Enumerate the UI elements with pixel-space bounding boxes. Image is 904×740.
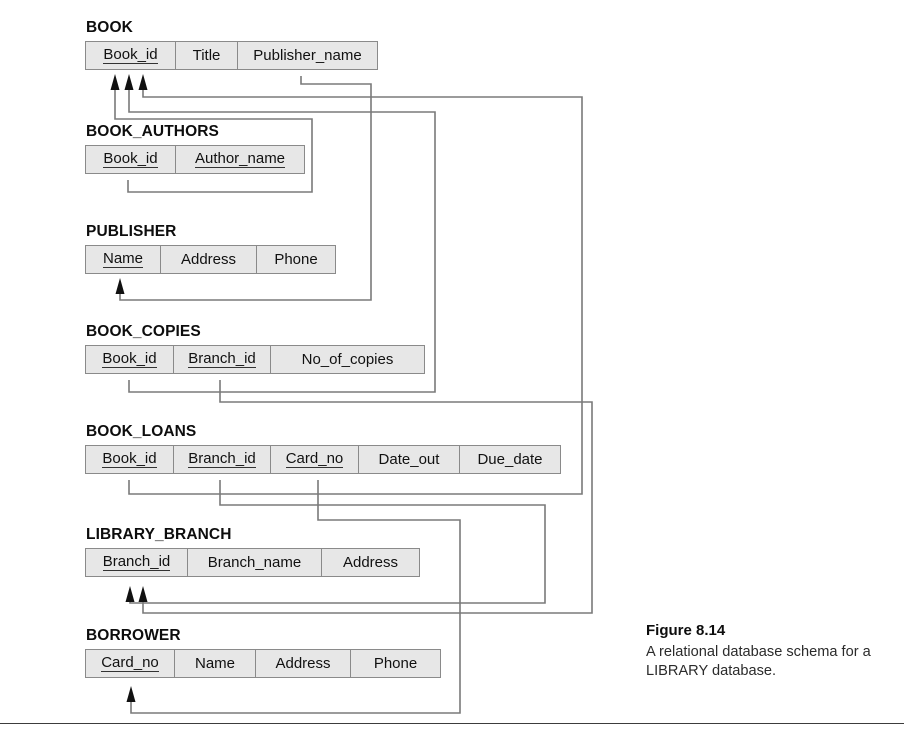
attribute-book-authors-author_name[interactable]: Author_name <box>176 146 304 173</box>
attribute-book-loans-book_id[interactable]: Book_id <box>86 445 174 473</box>
relation-publisher: PUBLISHER Name Address Phone <box>85 224 336 274</box>
attribute-book-copies-book_id[interactable]: Book_id <box>86 345 174 373</box>
arrowhead-branch-1 <box>125 586 135 602</box>
figure-description: A relational database schema for a LIBRA… <box>646 643 871 679</box>
attribute-book-authors-book_id[interactable]: Book_id <box>86 145 176 173</box>
fk-line-bookloans-borrower <box>130 480 461 714</box>
arrowhead-book-3 <box>138 74 148 90</box>
relation-book: BOOK Book_id Title Publisher_name <box>85 20 378 70</box>
fk-line-bookcopies-branch <box>142 380 593 614</box>
attribute-row-book-authors: Book_id Author_name <box>85 144 305 174</box>
relation-book-authors: BOOK_AUTHORS Book_id Author_name <box>85 124 305 174</box>
attribute-book-loans-card_no[interactable]: Card_no <box>271 445 359 473</box>
figure-caption: Figure 8.14 A relational database schema… <box>646 622 886 681</box>
attribute-library-branch-branch_name[interactable]: Branch_name <box>188 548 322 576</box>
arrowhead-book-1 <box>110 74 120 90</box>
relation-borrower: BORROWER Card_no Name Address Phone <box>85 628 441 678</box>
attribute-book-loans-branch_id[interactable]: Branch_id <box>174 445 271 473</box>
attribute-book-copies-branch_id[interactable]: Branch_id <box>174 345 271 373</box>
figure-page: BOOK Book_id Title Publisher_name BOOK_A… <box>0 0 904 740</box>
attribute-row-borrower: Card_no Name Address Phone <box>85 648 441 678</box>
attribute-book-publisher_name[interactable]: Publisher_name <box>238 42 377 69</box>
relation-name-book-authors: BOOK_AUTHORS <box>86 123 219 140</box>
attribute-book-book_id[interactable]: Book_id <box>86 41 176 69</box>
attribute-publisher-phone[interactable]: Phone <box>257 246 335 273</box>
attribute-book-loans-due_date[interactable]: Due_date <box>460 446 560 473</box>
relation-book-loans: BOOK_LOANS Book_id Branch_id Card_no Dat… <box>85 424 561 474</box>
relation-name-library-branch: LIBRARY_BRANCH <box>86 526 232 543</box>
attribute-row-book-loans: Book_id Branch_id Card_no Date_out Due_d… <box>85 444 561 474</box>
arrowhead-borrower-1 <box>126 686 136 702</box>
attribute-row-book: Book_id Title Publisher_name <box>85 40 378 70</box>
relation-library-branch: LIBRARY_BRANCH Branch_id Branch_name Add… <box>85 527 420 577</box>
attribute-row-publisher: Name Address Phone <box>85 244 336 274</box>
attribute-book-loans-date_out[interactable]: Date_out <box>359 445 460 473</box>
attribute-library-branch-branch_id[interactable]: Branch_id <box>86 548 188 576</box>
attribute-borrower-name[interactable]: Name <box>175 649 256 677</box>
attribute-row-library-branch: Branch_id Branch_name Address <box>85 547 420 577</box>
figure-number: Figure 8.14 <box>646 622 726 639</box>
arrowhead-publisher-1 <box>115 278 125 294</box>
attribute-borrower-card_no[interactable]: Card_no <box>86 649 175 677</box>
relation-name-publisher: PUBLISHER <box>86 223 177 240</box>
relation-book-copies: BOOK_COPIES Book_id Branch_id No_of_copi… <box>85 324 425 374</box>
attribute-row-book-copies: Book_id Branch_id No_of_copies <box>85 344 425 374</box>
attribute-book-title[interactable]: Title <box>176 41 238 69</box>
relation-name-book-loans: BOOK_LOANS <box>86 423 197 440</box>
arrowhead-book-2 <box>124 74 134 90</box>
page-bottom-rule <box>0 723 904 724</box>
attribute-publisher-name[interactable]: Name <box>86 245 161 273</box>
attribute-borrower-phone[interactable]: Phone <box>351 650 440 677</box>
attribute-book-copies-no_of_copies[interactable]: No_of_copies <box>271 346 424 373</box>
relation-name-book: BOOK <box>86 19 133 36</box>
relation-name-borrower: BORROWER <box>86 627 181 644</box>
relation-name-book-copies: BOOK_COPIES <box>86 323 201 340</box>
attribute-publisher-address[interactable]: Address <box>161 245 257 273</box>
arrowhead-branch-2 <box>138 586 148 602</box>
attribute-library-branch-address[interactable]: Address <box>322 549 419 576</box>
attribute-borrower-address[interactable]: Address <box>256 649 351 677</box>
